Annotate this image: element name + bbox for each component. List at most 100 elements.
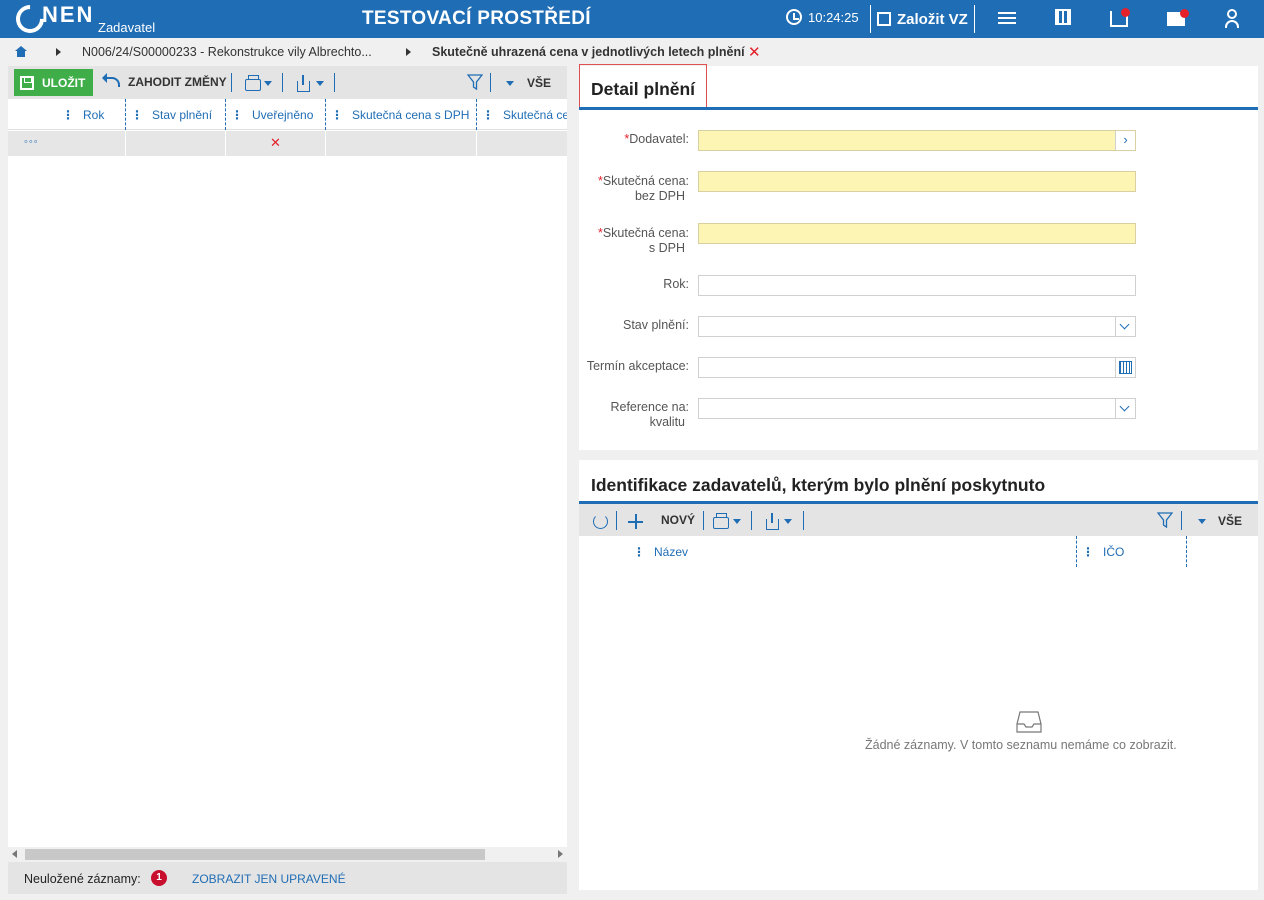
chevron-down-icon[interactable] (733, 519, 741, 524)
unpublished-icon: ✕ (270, 135, 281, 150)
environment-title: TESTOVACÍ PROSTŘEDÍ (362, 8, 591, 29)
cell-divider (325, 131, 326, 156)
cena-bez-dph-field[interactable] (698, 171, 1136, 192)
print-icon[interactable] (713, 513, 729, 529)
identification-toolbar: NOVÝ VŠE (579, 504, 1258, 536)
column-divider (325, 99, 326, 130)
filter-scope-select[interactable]: VŠE (527, 76, 551, 90)
identification-table-header: ⋮ Název ⋮ IČO (579, 536, 1258, 568)
chevron-right-icon (406, 48, 411, 56)
print-icon[interactable] (245, 75, 261, 91)
chevron-right-icon[interactable]: › (1115, 131, 1135, 150)
calculator-icon[interactable] (1055, 9, 1075, 29)
chevron-down-icon[interactable] (1115, 317, 1135, 336)
chevron-down-icon[interactable] (1198, 519, 1206, 524)
table-row[interactable]: ◦◦◦ ✕ (8, 131, 567, 156)
rok-field[interactable] (698, 275, 1136, 296)
column-rok[interactable]: ⋮ Rok (62, 99, 126, 130)
field-label-rok: Rok: (663, 277, 689, 291)
refresh-icon[interactable] (593, 514, 608, 529)
scroll-right-icon[interactable] (558, 850, 563, 858)
create-tender-button[interactable]: Založit VZ (870, 5, 975, 33)
calendar-icon[interactable] (1115, 358, 1135, 377)
column-label: IČO (1103, 544, 1125, 559)
column-cena-s-dph[interactable]: ⋮ Skutečná cena s DPH (331, 99, 476, 130)
column-label: Uveřejněno (252, 107, 314, 122)
discard-label: ZAHODIT ZMĚNY (128, 75, 227, 89)
column-menu-icon[interactable]: ⋮ (633, 545, 645, 559)
chevron-down-icon[interactable] (506, 81, 514, 86)
detail-title-box: Detail plnění (579, 64, 707, 109)
column-cena-bez-dph[interactable]: ⋮ Skutečná cena bez DPH (482, 99, 567, 130)
column-divider (125, 99, 126, 130)
filter-icon[interactable] (467, 74, 483, 91)
chevron-down-icon[interactable] (316, 81, 324, 86)
chevron-down-icon[interactable] (1115, 399, 1135, 418)
toolbar-divider (334, 73, 335, 92)
scroll-left-icon[interactable] (12, 850, 17, 858)
breadcrumb-tender[interactable]: N006/24/S00000233 - Rekonstrukce vily Al… (82, 45, 372, 59)
column-uverejneno[interactable]: ⋮ Uveřejněno (231, 99, 325, 130)
column-label: Rok (83, 107, 105, 122)
detail-title: Detail plnění (591, 79, 696, 99)
chevron-right-icon (56, 48, 61, 56)
chevron-down-icon[interactable] (264, 81, 272, 86)
scrollbar-thumb[interactable] (25, 849, 485, 860)
inbox-icon[interactable] (1110, 8, 1130, 29)
user-icon[interactable] (1222, 9, 1242, 29)
clock-time: 10:24:25 (808, 9, 859, 25)
column-label: Název (654, 544, 689, 559)
filter-icon[interactable] (1157, 512, 1173, 529)
toolbar-divider (703, 511, 704, 530)
session-clock: 10:24:25 (786, 9, 859, 25)
save-label: ULOŽIT (42, 75, 86, 90)
save-icon (20, 75, 34, 90)
cell-divider (125, 131, 126, 156)
list-panel: ULOŽIT ZAHODIT ZMĚNY VŠE ⋮ Rok ⋮ Stav pl… (8, 66, 567, 894)
undo-icon (102, 73, 120, 87)
dodavatel-field[interactable]: › (698, 130, 1136, 151)
column-divider (1076, 536, 1077, 567)
export-icon[interactable] (297, 75, 310, 92)
discard-changes-button[interactable]: ZAHODIT ZMĚNY (102, 73, 227, 89)
column-menu-icon[interactable]: ⋮ (1082, 545, 1094, 559)
export-icon[interactable] (766, 513, 779, 530)
close-icon[interactable]: ✕ (748, 43, 761, 61)
home-icon[interactable] (15, 46, 27, 57)
row-actions-icon[interactable]: ◦◦◦ (24, 136, 39, 148)
save-button[interactable]: ULOŽIT (14, 69, 94, 96)
field-label-reference-kvalita: Reference na: kvalitu (610, 400, 689, 429)
chevron-down-icon[interactable] (784, 519, 792, 524)
plus-icon[interactable] (628, 514, 643, 529)
toolbar-divider (231, 73, 232, 92)
nen-logo[interactable] (10, 0, 50, 39)
column-menu-icon[interactable]: ⋮ (131, 108, 143, 122)
column-menu-icon[interactable]: ⋮ (231, 108, 243, 122)
column-stav-plneni[interactable]: ⋮ Stav plnění (131, 99, 225, 130)
show-modified-link[interactable]: ZOBRAZIT JEN UPRAVENÉ (192, 872, 346, 886)
new-button[interactable]: NOVÝ (661, 513, 695, 527)
column-nazev[interactable]: ⋮ Název (633, 536, 1073, 567)
filter-scope-select[interactable]: VŠE (1218, 514, 1242, 528)
title-underline (579, 107, 1258, 110)
column-menu-icon[interactable]: ⋮ (331, 108, 343, 122)
menu-icon[interactable] (998, 9, 1018, 29)
cell-divider (225, 131, 226, 156)
column-menu-icon[interactable]: ⋮ (482, 108, 494, 122)
empty-state-text: Žádné záznamy. V tomto seznamu nemáme co… (865, 738, 1177, 752)
column-label: Skutečná cena bez DPH (503, 107, 567, 122)
termin-akceptace-field[interactable] (698, 357, 1136, 378)
horizontal-scrollbar[interactable] (8, 847, 567, 862)
reference-kvalita-select[interactable] (698, 398, 1136, 419)
toolbar-divider (616, 511, 617, 530)
list-footer: Neuložené záznamy: 1 ZOBRAZIT JEN UPRAVE… (8, 862, 567, 894)
field-label-stav-plneni: Stav plnění: (622, 318, 689, 332)
logo-text: NEN (42, 2, 95, 27)
stav-plneni-select[interactable] (698, 316, 1136, 337)
cena-s-dph-field[interactable] (698, 223, 1136, 244)
column-ico[interactable]: ⋮ IČO (1082, 536, 1182, 567)
mail-icon[interactable] (1167, 9, 1189, 29)
column-menu-icon[interactable]: ⋮ (62, 108, 74, 122)
notification-dot (1180, 9, 1189, 18)
toolbar-divider (490, 73, 491, 92)
